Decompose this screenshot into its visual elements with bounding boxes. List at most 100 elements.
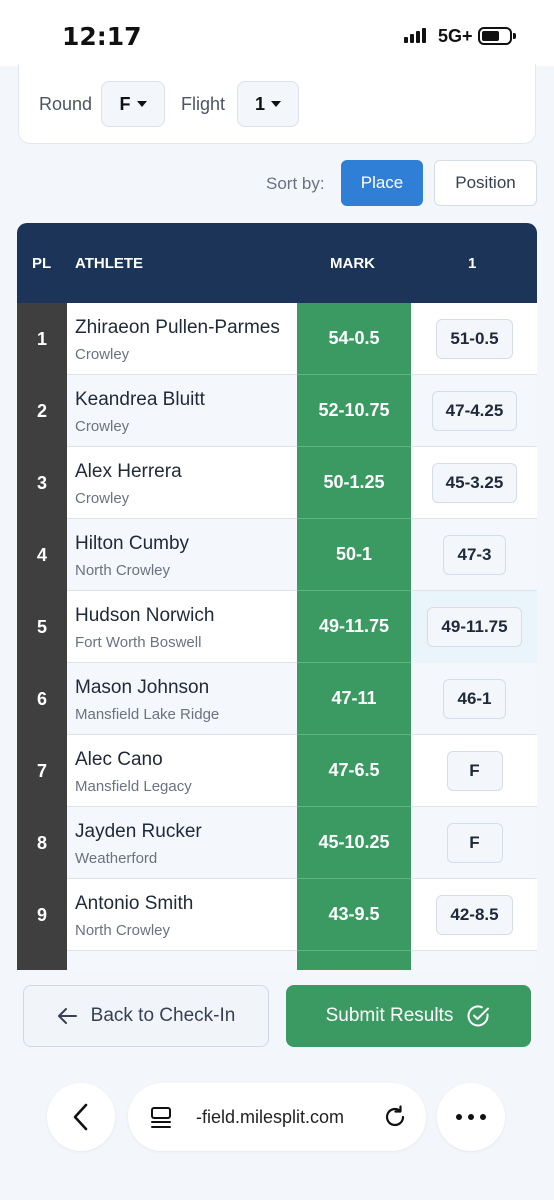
place-cell: 4	[17, 519, 67, 591]
mark-cell: 54-0.5	[297, 303, 411, 375]
table-row-partial	[17, 951, 537, 970]
submit-results-button[interactable]: Submit Results	[286, 985, 531, 1047]
table-row: 1 Zhiraeon Pullen-Parmes Crowley 54-0.5 …	[17, 303, 537, 375]
athlete-team: Crowley	[75, 418, 130, 435]
attempt-cell: F	[412, 807, 537, 879]
attempt-1-button[interactable]: 49-11.75	[427, 607, 522, 647]
reload-icon[interactable]	[382, 1104, 408, 1130]
clock: 12:17	[62, 22, 142, 51]
flight-select[interactable]: 1	[237, 81, 299, 127]
browser-back-button[interactable]	[47, 1083, 115, 1151]
attempt-cell: 42-8.5	[412, 879, 537, 951]
attempt-1-button[interactable]: 46-1	[443, 679, 506, 719]
chevron-down-icon	[271, 101, 281, 107]
attempt-cell: 46-1	[412, 663, 537, 735]
athlete-name: Jayden Rucker	[75, 821, 202, 842]
attempt-cell: 51-0.5	[412, 303, 537, 375]
status-bar: 12:17 5G+	[0, 0, 554, 66]
place-cell: 9	[17, 879, 67, 951]
more-options-button[interactable]	[437, 1083, 505, 1151]
attempt-1-button[interactable]: 51-0.5	[436, 319, 513, 359]
chevron-down-icon	[136, 101, 147, 107]
address-bar[interactable]: -field.milesplit.com	[128, 1083, 426, 1151]
attempt-1-button[interactable]: 47-3	[443, 535, 506, 575]
attempt-cell: 47-4.25	[412, 375, 537, 447]
table-row: 8 Jayden Rucker Weatherford 45-10.25 F	[17, 807, 537, 879]
table-row: 7 Alec Cano Mansfield Legacy 47-6.5 F	[17, 735, 537, 807]
flight-value: 1	[254, 93, 265, 114]
table-header: PL ATHLETE MARK 1	[17, 223, 537, 303]
header-place: PL	[32, 255, 52, 272]
athlete-team: Mansfield Lake Ridge	[75, 706, 220, 723]
athlete-name: Alex Herrera	[75, 461, 182, 482]
check-circle-icon	[467, 1005, 490, 1027]
athlete-name: Zhiraeon Pullen-Parmes	[75, 317, 280, 338]
attempt-1-button[interactable]: 47-4.25	[431, 391, 518, 431]
mark-cell: 47-6.5	[297, 735, 411, 807]
sort-label: Sort by:	[266, 174, 325, 193]
arrow-left-icon	[57, 1008, 77, 1024]
attempt-1-button[interactable]: 45-3.25	[431, 463, 518, 503]
url-text: -field.milesplit.com	[196, 1107, 345, 1127]
place-cell: 3	[17, 447, 67, 519]
athlete-team: Fort Worth Boswell	[75, 634, 202, 651]
table-row: 6 Mason Johnson Mansfield Lake Ridge 47-…	[17, 663, 537, 735]
signal-icon	[404, 27, 426, 43]
athlete-team: Crowley	[75, 346, 130, 363]
table-row: 4 Hilton Cumby North Crowley 50-1 47-3	[17, 519, 537, 591]
header-mark: MARK	[330, 255, 375, 272]
mark-cell: 43-9.5	[297, 879, 411, 951]
results-table: PL ATHLETE MARK 1 1 Zhiraeon Pullen-Parm…	[17, 223, 537, 970]
mark-cell: 45-10.25	[297, 807, 411, 879]
place-cell: 1	[17, 303, 67, 375]
athlete-team: Crowley	[75, 490, 130, 507]
attempt-1-button[interactable]: 42-8.5	[436, 895, 513, 935]
mark-cell: 52-10.75	[297, 375, 411, 447]
athlete-name: Hilton Cumby	[75, 533, 190, 554]
round-select[interactable]: F	[101, 81, 165, 127]
tabs-icon	[151, 1107, 171, 1128]
footer-actions: Back to Check-In Submit Results -field.m…	[0, 970, 554, 1200]
athlete-team: Weatherford	[75, 850, 158, 867]
athlete-name: Alec Cano	[75, 749, 163, 770]
mark-cell: 50-1.25	[297, 447, 411, 519]
athlete-team: Mansfield Legacy	[75, 778, 192, 795]
round-flight-card: Round F Flight 1	[18, 64, 536, 144]
flight-label: Flight	[181, 94, 226, 114]
sort-place-button[interactable]: Place	[341, 160, 423, 206]
back-label: Back to Check-In	[90, 1005, 236, 1026]
submit-label: Submit Results	[325, 1005, 454, 1026]
athlete-team: North Crowley	[75, 562, 171, 579]
place-cell	[17, 951, 67, 970]
attempt-1-button[interactable]: F	[446, 823, 503, 863]
back-to-check-in-button[interactable]: Back to Check-In	[23, 985, 269, 1047]
mark-cell: 49-11.75	[297, 591, 411, 663]
athlete-name: Mason Johnson	[75, 677, 210, 698]
more-icon	[456, 1114, 486, 1120]
place-cell: 7	[17, 735, 67, 807]
athlete-name: Keandrea Bluitt	[75, 389, 205, 410]
place-cell: 6	[17, 663, 67, 735]
header-athlete: ATHLETE	[75, 255, 144, 272]
athlete-team: North Crowley	[75, 922, 171, 939]
athlete-name: Antonio Smith	[75, 893, 194, 914]
attempt-cell: 45-3.25	[412, 447, 537, 519]
athlete-name: Hudson Norwich	[75, 605, 215, 626]
mark-cell: 50-1	[297, 519, 411, 591]
table-row: 2 Keandrea Bluitt Crowley 52-10.75 47-4.…	[17, 375, 537, 447]
table-row: 3 Alex Herrera Crowley 50-1.25 45-3.25	[17, 447, 537, 519]
sort-position-button[interactable]: Position	[434, 160, 537, 206]
table-row: 5 Hudson Norwich Fort Worth Boswell 49-1…	[17, 591, 537, 663]
mark-cell	[297, 951, 411, 970]
round-value: F	[119, 93, 131, 114]
place-cell: 8	[17, 807, 67, 879]
network-type: 5G+	[438, 26, 473, 46]
attempt-1-button[interactable]: F	[446, 751, 503, 791]
header-attempt-1: 1	[468, 255, 477, 272]
place-cell: 2	[17, 375, 67, 447]
table-row: 9 Antonio Smith North Crowley 43-9.5 42-…	[17, 879, 537, 951]
attempt-cell: 47-3	[412, 519, 537, 591]
mark-cell: 47-11	[297, 663, 411, 735]
chevron-left-icon	[73, 1103, 88, 1131]
round-label: Round	[39, 94, 93, 114]
